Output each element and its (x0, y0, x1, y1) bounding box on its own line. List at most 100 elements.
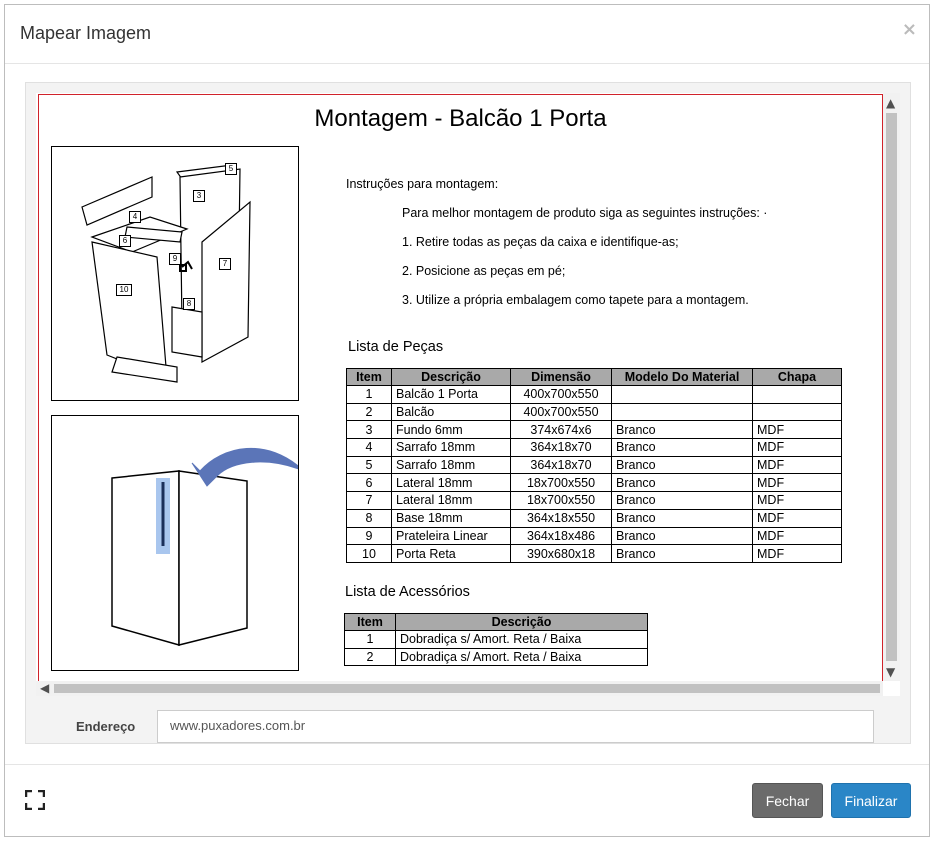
instructions-intro: Para melhor montagem de produto siga as … (402, 206, 768, 220)
table-cell: Branco (611, 544, 753, 563)
scroll-left-icon[interactable]: ◀ (40, 682, 49, 694)
column-header: Item (346, 368, 392, 386)
part-label-8: 8 (183, 298, 195, 310)
document-title: Montagem - Balcão 1 Porta (314, 105, 607, 132)
table-row: 1 Dobradiça s/ Amort. Reta / Baixa (344, 630, 648, 649)
table-cell: Branco (611, 420, 753, 440)
column-header: Item (344, 613, 396, 631)
part-label-5: 5 (225, 163, 237, 175)
instruction-step: 2. Posicione as peças em pé; (402, 264, 566, 278)
finish-button[interactable]: Finalizar (831, 783, 911, 818)
table-cell: 9 (346, 526, 392, 546)
table-cell: Lateral 18mm (391, 491, 511, 510)
table-cell: 2 (344, 647, 396, 667)
table-cell: MDF (752, 526, 842, 546)
table-cell: MDF (752, 438, 842, 457)
table-cell: MDF (752, 473, 842, 493)
table-row: 7 Lateral 18mm 18x700x550 Branco MDF (346, 491, 842, 510)
table-cell: MDF (752, 508, 842, 528)
table-row: 2 Dobradiça s/ Amort. Reta / Baixa (344, 647, 648, 667)
vertical-scroll-thumb[interactable] (886, 113, 897, 661)
table-cell: 364x18x70 (510, 438, 612, 457)
table-cell: Sarrafo 18mm (391, 455, 511, 475)
address-label: Endereço (76, 719, 136, 734)
table-cell (752, 402, 842, 422)
part-label-9: 9 (169, 253, 181, 265)
part-label-6: 6 (119, 235, 131, 247)
table-cell: 400x700x550 (510, 385, 612, 404)
part-label-4: 4 (129, 211, 141, 223)
column-header: Descrição (395, 613, 648, 631)
table-cell: 7 (346, 491, 392, 510)
table-cell: 2 (346, 402, 392, 422)
table-cell: Fundo 6mm (391, 420, 511, 440)
table-cell: 18x700x550 (510, 491, 612, 510)
table-cell: 6 (346, 473, 392, 493)
table-cell: Branco (611, 508, 753, 528)
horizontal-scrollbar[interactable]: ◀ (36, 681, 883, 696)
table-row: 3 Fundo 6mm 374x674x6 Branco MDF (346, 420, 842, 440)
fullscreen-icon[interactable] (25, 790, 45, 810)
parts-table: Item Descrição Dimensão Modelo Do Materi… (346, 368, 842, 563)
address-input[interactable]: www.puxadores.com.br (157, 710, 874, 743)
table-cell: 5 (346, 455, 392, 475)
table-cell (611, 402, 753, 422)
modal-title: Mapear Imagem (20, 23, 152, 43)
table-cell: Branco (611, 526, 753, 546)
table-cell: Branco (611, 491, 753, 510)
table-cell: Sarrafo 18mm (391, 438, 511, 457)
part-label-10: 10 (116, 284, 132, 296)
table-cell: 364x18x550 (510, 508, 612, 528)
horizontal-scroll-thumb[interactable] (54, 684, 880, 693)
close-icon[interactable]: × (902, 19, 917, 40)
column-header: Modelo Do Material (611, 368, 753, 386)
table-cell: Balcão 1 Porta (391, 385, 511, 404)
table-cell: 3 (346, 420, 392, 440)
table-cell: 10 (346, 544, 392, 563)
modal-footer-divider (5, 764, 929, 765)
table-cell: Porta Reta (391, 544, 511, 563)
map-image-modal: Mapear Imagem × Montagem - Balcão 1 Port… (4, 4, 930, 837)
exploded-cabinet-drawing (81, 164, 251, 383)
scroll-up-icon[interactable]: ▲ (886, 97, 895, 109)
table-cell: 364x18x486 (510, 526, 612, 546)
table-cell: Branco (611, 455, 753, 475)
column-header: Dimensão (510, 368, 612, 386)
table-row: 5 Sarrafo 18mm 364x18x70 Branco MDF (346, 455, 842, 475)
table-row: 1 Balcão 1 Porta 400x700x550 (346, 385, 842, 404)
table-cell: Balcão (391, 402, 511, 422)
table-row: 10 Porta Reta 390x680x18 Branco MDF (346, 544, 842, 563)
instructions-heading: Instruções para montagem: (346, 177, 499, 191)
accessories-list-title: Lista de Acessórios (345, 584, 470, 600)
close-button[interactable]: Fechar (752, 783, 823, 818)
table-cell: 374x674x6 (510, 420, 612, 440)
table-cell: Dobradiça s/ Amort. Reta / Baixa (395, 630, 648, 649)
table-row: 9 Prateleira Linear 364x18x486 Branco MDF (346, 526, 842, 546)
column-header: Descrição (391, 368, 511, 386)
instruction-step: 1. Retire todas as peças da caixa e iden… (402, 235, 679, 249)
table-cell: Lateral 18mm (391, 473, 511, 493)
table-cell: MDF (752, 491, 842, 510)
accessories-table: Item Descrição 1 Dobradiça s/ Amort. Reta… (344, 613, 648, 667)
table-cell: 400x700x550 (510, 402, 612, 422)
scroll-down-icon[interactable]: ▼ (886, 666, 895, 678)
parts-table-body: 1 Balcão 1 Porta 400x700x550 2 Balcão 400x700… (346, 385, 842, 563)
table-cell: 8 (346, 508, 392, 528)
modal-header: Mapear Imagem × (5, 5, 929, 64)
table-row: 4 Sarrafo 18mm 364x18x70 Branco MDF (346, 438, 842, 457)
image-panel: Montagem - Balcão 1 Porta 5 3 4 6 9 7 10… (25, 82, 911, 744)
handle-placement-image (51, 415, 305, 671)
part-label-3: 3 (193, 190, 205, 202)
table-row: 8 Base 18mm 364x18x550 Branco MDF (346, 508, 842, 528)
table-cell: Base 18mm (391, 508, 511, 528)
table-cell: Dobradiça s/ Amort. Reta / Baixa (395, 647, 648, 667)
table-cell: Branco (611, 438, 753, 457)
image-viewer[interactable]: Montagem - Balcão 1 Porta 5 3 4 6 9 7 10… (36, 93, 900, 696)
table-cell: 390x680x18 (510, 544, 612, 563)
table-cell: 364x18x70 (510, 455, 612, 475)
table-header-row: Item Descrição (344, 613, 648, 631)
table-cell: 1 (344, 630, 396, 649)
exploded-cabinet-image: 5 3 4 6 9 7 10 8 (51, 146, 299, 401)
instruction-step: 3. Utilize a própria embalagem como tape… (402, 293, 749, 307)
vertical-scrollbar[interactable]: ▲ ▼ (883, 93, 900, 681)
